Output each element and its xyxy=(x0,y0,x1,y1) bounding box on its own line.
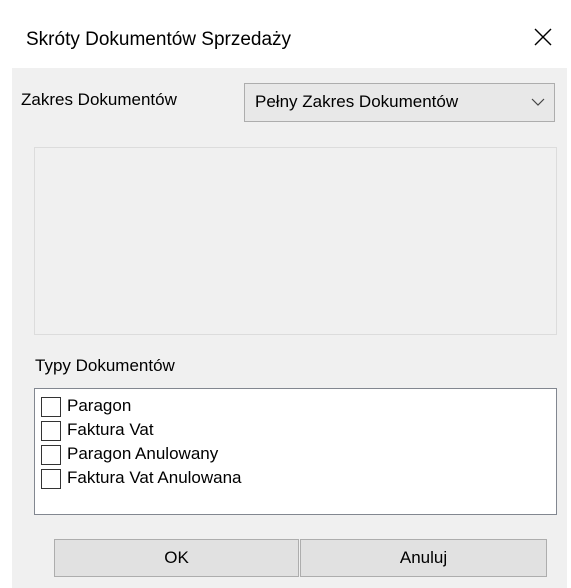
list-item-label: Faktura Vat Anulowana xyxy=(67,468,242,487)
list-item-faktura-vat-anulowana[interactable]: Faktura Vat Anulowana xyxy=(35,467,556,491)
close-icon xyxy=(534,28,552,46)
types-label: Typy Dokumentów xyxy=(35,356,175,375)
checkbox[interactable] xyxy=(41,421,61,441)
window-title: Skróty Dokumentów Sprzedaży xyxy=(26,29,292,50)
checkbox[interactable] xyxy=(41,397,61,417)
range-label: Zakres Dokumentów xyxy=(21,90,177,109)
dialog-window: Skróty Dokumentów Sprzedaży Zakres Dokum… xyxy=(0,0,571,588)
chevron-down-icon xyxy=(531,98,545,106)
close-button[interactable] xyxy=(515,12,571,62)
cancel-button[interactable]: Anuluj xyxy=(300,539,547,577)
list-item-paragon[interactable]: Paragon xyxy=(35,395,556,419)
list-item-label: Paragon Anulowany xyxy=(67,444,219,463)
range-dropdown-value: Pełny Zakres Dokumentów xyxy=(255,92,459,111)
document-types-list: Paragon Faktura Vat Paragon Anulowany Fa… xyxy=(34,388,557,515)
list-item-paragon-anulowany[interactable]: Paragon Anulowany xyxy=(35,443,556,467)
title-bar: Skróty Dokumentów Sprzedaży xyxy=(0,0,571,68)
list-item-label: Paragon xyxy=(67,396,132,415)
range-dropdown[interactable]: Pełny Zakres Dokumentów xyxy=(244,83,555,122)
empty-panel xyxy=(34,147,557,335)
checkbox[interactable] xyxy=(41,445,61,465)
ok-button[interactable]: OK xyxy=(54,539,299,577)
checkbox[interactable] xyxy=(41,469,61,489)
list-item-faktura-vat[interactable]: Faktura Vat xyxy=(35,419,556,443)
list-item-label: Faktura Vat xyxy=(67,420,154,439)
